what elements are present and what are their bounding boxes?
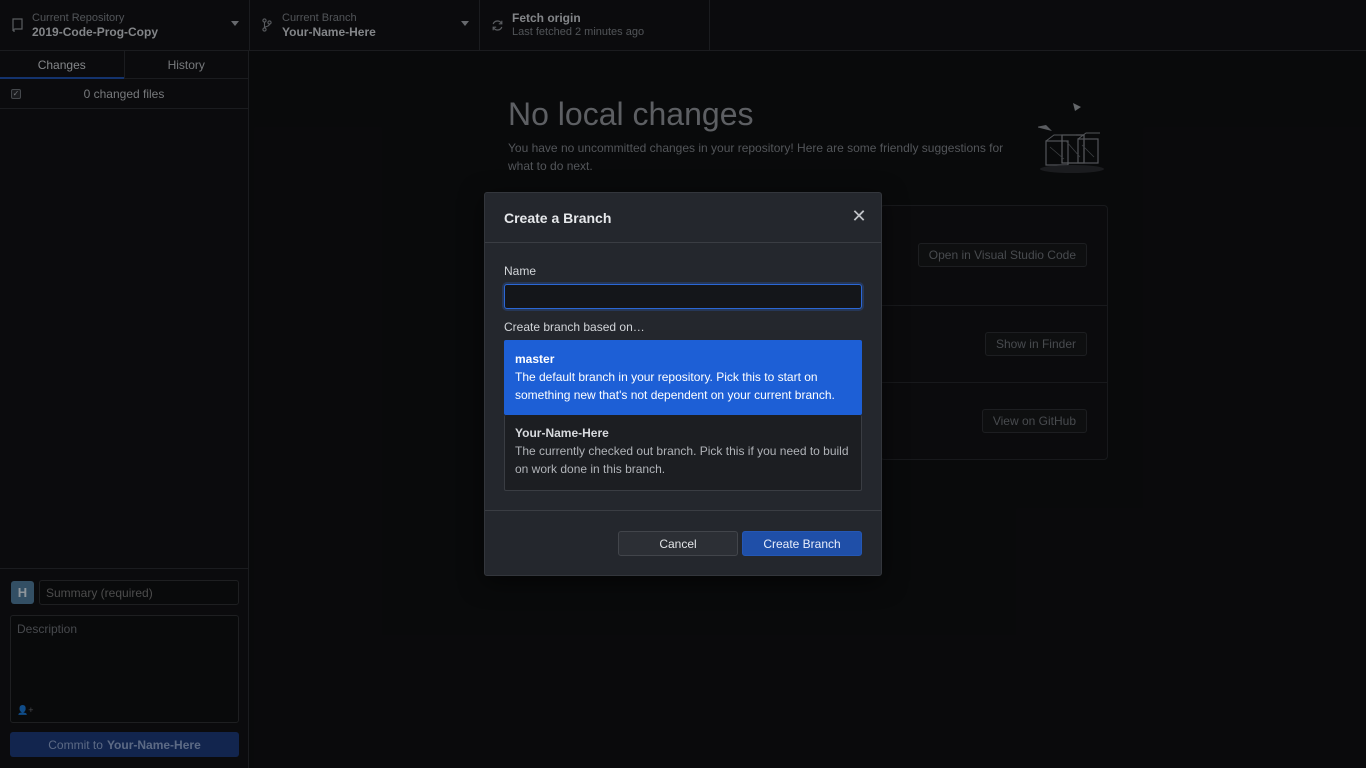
base-branch-option-master[interactable]: master The default branch in your reposi… <box>504 340 862 415</box>
option-name: Your-Name-Here <box>515 426 609 440</box>
branch-name-input[interactable] <box>504 284 862 309</box>
cancel-button[interactable]: Cancel <box>618 531 738 556</box>
dialog-footer: Cancel Create Branch <box>485 510 881 575</box>
based-on-label: Create branch based on… <box>504 320 645 334</box>
close-icon[interactable]: ✕ <box>851 207 867 225</box>
option-description: The default branch in your repository. P… <box>515 370 835 402</box>
dialog-title: Create a Branch <box>504 209 612 226</box>
create-branch-dialog: Create a Branch ✕ Name Create branch bas… <box>484 192 882 576</box>
option-description: The currently checked out branch. Pick t… <box>515 444 849 476</box>
option-name: master <box>515 352 555 366</box>
dialog-header: Create a Branch ✕ <box>485 193 881 243</box>
name-label: Name <box>504 264 537 278</box>
create-branch-button[interactable]: Create Branch <box>742 531 862 556</box>
base-branch-option-current[interactable]: Your-Name-Here The currently checked out… <box>504 415 862 491</box>
